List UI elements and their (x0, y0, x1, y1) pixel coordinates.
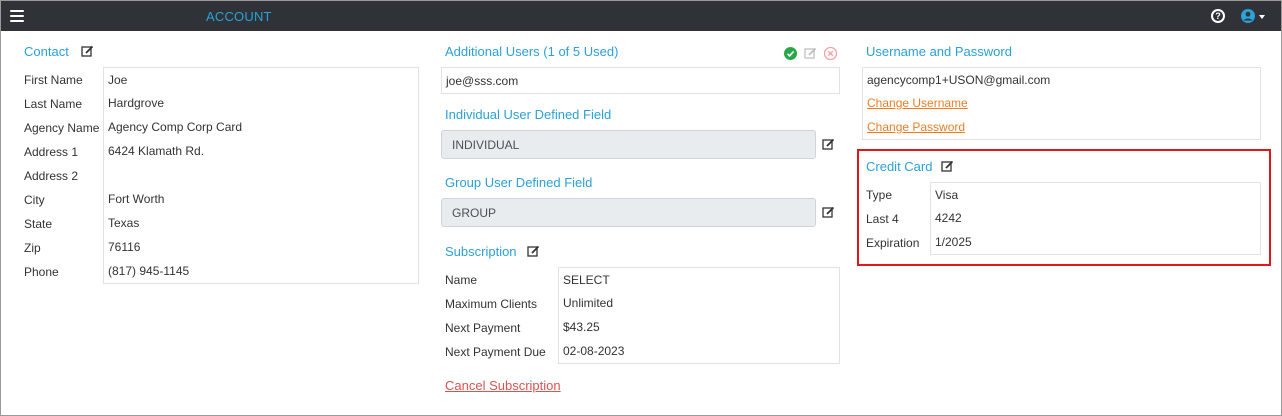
additional-user-email[interactable]: joe@sss.com (441, 67, 840, 94)
credit-card-field-label: Expiration (866, 236, 920, 250)
page-title: ACCOUNT (206, 9, 272, 24)
cancel-subscription-link[interactable]: Cancel Subscription (445, 378, 561, 393)
subscription-field-value: Unlimited (558, 291, 840, 316)
credit-card-field-label: Last 4 (866, 212, 899, 226)
credit-card-field-value: 1/2025 (930, 230, 1261, 255)
contact-field-label: Address 2 (24, 169, 79, 183)
subscription-field-label: Maximum Clients (445, 297, 538, 311)
group-field-input[interactable]: GROUP (441, 198, 816, 227)
help-icon[interactable]: ? (1211, 9, 1225, 23)
contact-field-label: Zip (24, 241, 41, 255)
individual-field-title: Individual User Defined Field (445, 107, 612, 122)
group-field-title: Group User Defined Field (445, 175, 593, 190)
contact-field-value: Hardgrove (103, 91, 419, 116)
chevron-down-icon[interactable] (1259, 15, 1265, 19)
credentials-title: Username and Password (866, 44, 1012, 59)
edit-contact-icon[interactable] (81, 45, 94, 58)
contact-field-value: Joe (103, 67, 419, 92)
change-password-link[interactable]: Change Password (867, 120, 965, 134)
contact-field-label: First Name (24, 73, 83, 87)
contact-field-label: City (24, 193, 45, 207)
contact-field-value (103, 163, 419, 188)
contact-field-value: Texas (103, 211, 419, 236)
credit-card-field-label: Type (866, 188, 893, 202)
subscription-field-label: Name (445, 273, 478, 287)
subscription-field-label: Next Payment (445, 321, 521, 335)
edit-group-field-icon[interactable] (822, 206, 835, 219)
contact-field-label: State (24, 217, 53, 231)
subscription-field-label: Next Payment Due (445, 345, 546, 359)
contact-title: Contact (24, 44, 69, 59)
contact-field-value: Agency Comp Corp Card (103, 115, 419, 140)
username-value: agencycomp1+USON@gmail.com (862, 67, 1261, 92)
remove-circle-icon[interactable] (824, 47, 837, 60)
subscription-field-value: SELECT (558, 267, 840, 292)
additional-users-title: Additional Users (1 of 5 Used) (445, 44, 619, 59)
contact-field-value: 6424 Klamath Rd. (103, 139, 419, 164)
contact-field-label: Agency Name (24, 121, 100, 135)
check-circle-icon[interactable] (784, 47, 797, 60)
change-username-row: Change Username (862, 91, 1261, 116)
top-bar: ACCOUNT ? (1, 1, 1281, 31)
credit-card-title: Credit Card (866, 159, 933, 174)
change-password-row: Change Password (862, 115, 1261, 140)
credit-card-field-value: Visa (930, 182, 1261, 207)
individual-field-input[interactable]: INDIVIDUAL (441, 130, 816, 159)
subscription-field-value: 02-08-2023 (558, 339, 840, 364)
change-username-link[interactable]: Change Username (867, 96, 968, 110)
edit-individual-field-icon[interactable] (822, 138, 835, 151)
subscription-title: Subscription (445, 244, 517, 259)
contact-field-label: Address 1 (24, 145, 79, 159)
subscription-field-value: $43.25 (558, 315, 840, 340)
edit-subscription-icon[interactable] (527, 245, 540, 258)
user-account-icon[interactable] (1241, 9, 1255, 23)
contact-field-label: Phone (24, 265, 59, 279)
contact-field-value: (817) 945-1145 (103, 259, 419, 284)
edit-users-icon[interactable] (804, 47, 817, 60)
contact-field-value: Fort Worth (103, 187, 419, 212)
credit-card-field-value: 4242 (930, 206, 1261, 231)
edit-credit-card-icon[interactable] (941, 160, 954, 173)
contact-field-value: 76116 (103, 235, 419, 260)
contact-field-label: Last Name (24, 97, 83, 111)
hamburger-menu-icon[interactable] (10, 10, 24, 22)
